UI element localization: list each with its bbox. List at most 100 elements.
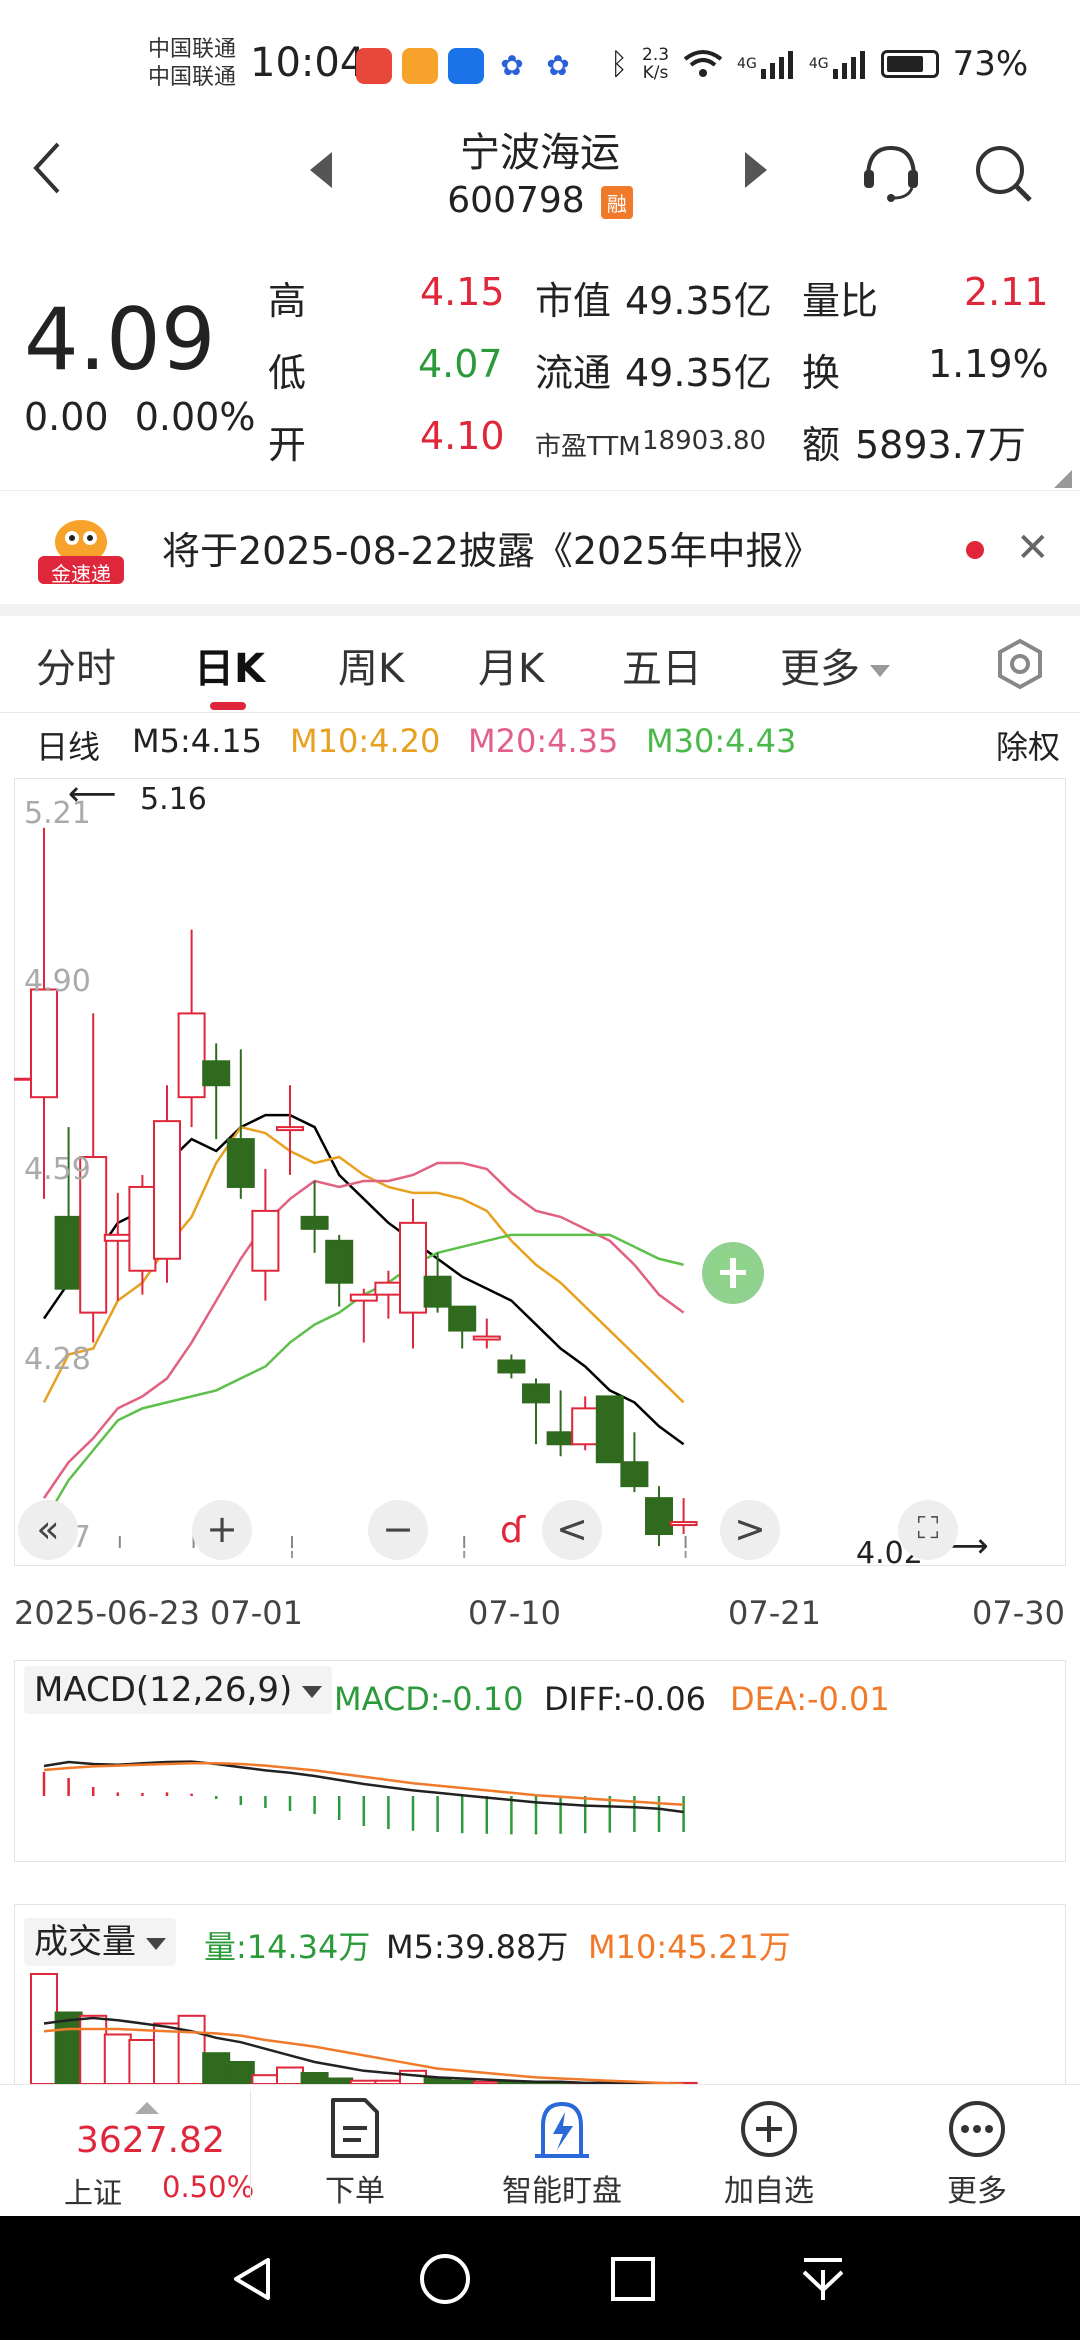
candle-body [128,1185,157,1272]
volume-bar [202,2052,231,2084]
quote-mktcap-label: 市值 [535,279,612,323]
add-circle-icon [741,2101,797,2157]
high-marker-arrow-icon: ⟵ [68,774,117,814]
index-value[interactable]: 3627.82 [76,2120,225,2161]
candle-body [349,1293,378,1302]
candle-body [620,1461,649,1488]
tab-more[interactable]: 更多 [780,636,890,694]
customer-service-icon[interactable] [858,140,924,206]
quote-amount-label: 额 [802,423,841,467]
kline-chart[interactable] [14,778,1066,1566]
system-icons: ᛒ 2.3 K/s 4G 4G 73% [610,44,1028,84]
quote-volratio-label: 量比 [802,279,879,323]
x-date-3: 07-21 [728,1594,821,1632]
bulb-app-icon [448,48,484,84]
carrier-label: 中国联通 中国联通 [148,37,237,90]
ma-line-m30 [42,1233,684,1523]
baidu-paw-icon-2: ✿ [540,48,576,84]
ma10-label: M10:4.20 [290,722,441,760]
candle-body [226,1138,255,1188]
nav-back-icon[interactable] [228,2254,278,2304]
macd-value: MACD:-0.10 [334,1680,524,1718]
candle-body [399,1221,427,1314]
clock: 10:04 [250,40,366,86]
candle-body [571,1407,600,1446]
tab-daily-k[interactable]: 日K [194,636,265,694]
nav-recents-icon[interactable] [608,2254,658,2304]
market-event-icon[interactable] [700,1240,766,1306]
scroll-right-button[interactable]: > [720,1500,780,1560]
network-type-1: 4G [737,56,757,72]
macd-indicator-label[interactable]: MACD(12,26,9) [24,1666,333,1714]
chevron-down-icon [302,1685,323,1698]
margin-badge: 融 [600,185,633,219]
zoom-out-button[interactable]: − [368,1500,428,1560]
candle-body [374,1281,403,1296]
current-price: 4.09 [24,290,216,390]
candle-body [153,1120,181,1260]
volume-indicator-label[interactable]: 成交量 [24,1918,176,1966]
quote-mktcap-value: 49.35亿 [625,279,772,323]
candle-body [423,1275,452,1308]
x-date-1: 07-01 [210,1594,303,1632]
quote-high-label: 高 [268,279,307,323]
quote-open-label: 开 [268,423,307,467]
tab-intraday[interactable]: 分时 [36,636,116,694]
candle-body [325,1239,354,1284]
zoom-in-button[interactable]: + [192,1500,252,1560]
adjust-button[interactable]: 除权 [996,722,1060,768]
volume-current: 量:14.34万 [204,1928,371,1966]
more-button[interactable]: 更多 [892,2096,1062,2210]
scroll-to-start-button[interactable]: « [18,1500,78,1560]
fullscreen-icon[interactable]: ⛶ [898,1500,958,1560]
logo-text: 金速递 [51,562,111,586]
nav-notification-pull-icon[interactable] [796,2252,850,2306]
toolbar-divider [250,2090,251,2200]
signal-icon [760,51,793,79]
close-icon[interactable]: ✕ [1016,525,1050,571]
quote-float-value: 49.35亿 [625,351,772,395]
x-date-4: 07-30 [972,1594,1065,1632]
expand-corner-icon[interactable] [1054,470,1072,488]
nav-home-icon[interactable] [418,2252,472,2306]
smart-watch-button[interactable]: 智能盯盘 [477,2096,647,2210]
tab-monthly-k[interactable]: 月K [478,636,544,694]
volume-bar [103,2033,132,2084]
baidu-paw-icon: ✿ [494,48,530,84]
macd-selector[interactable]: MACD(12,26,9) [24,1666,333,1714]
ma5-label: M5:4.15 [132,722,262,760]
search-icon[interactable] [970,140,1036,206]
network-speed: 2.3 K/s [642,45,670,83]
battery-percent: 73% [952,44,1029,84]
smart-watch-label: 智能盯盘 [502,2174,622,2209]
section-divider [0,604,1080,616]
quote-amount-value: 5893.7万 [855,423,1026,467]
chevron-down-icon [146,1937,166,1950]
more-label: 更多 [947,2174,1007,2209]
tab-more-label: 更多 [780,646,860,692]
macd-diff: DIFF:-0.06 [544,1680,706,1718]
volume-bar [300,2072,329,2084]
scroll-left-button[interactable]: < [542,1500,602,1560]
tab-five-day[interactable]: 五日 [622,636,702,694]
order-button[interactable]: 下单 [270,2096,440,2210]
wifi-icon [683,50,723,77]
quote-turnover-value: 1.19% [928,342,1049,386]
macd-chart [42,1760,685,1835]
candle-body [177,1012,206,1099]
drawing-tool-icon[interactable]: ɗ [500,1510,525,1551]
tab-weekly-k[interactable]: 周K [338,636,404,694]
banner-text[interactable]: 将于2025-08-22披露《2025年中报》 [162,520,822,575]
chart-settings-icon[interactable] [994,638,1046,690]
huawei-app-icon [356,48,392,84]
candle-body [669,1521,698,1527]
candle-body [472,1335,501,1341]
macd-dea: DEA:-0.01 [730,1680,890,1718]
ma-line-m5 [42,1113,685,1446]
volume-bar [30,1973,58,2084]
price-change: 0.00 [24,395,109,439]
add-watchlist-button[interactable]: 加自选 [684,2096,854,2210]
volume-selector[interactable]: 成交量 [24,1914,176,1966]
volume-chart [30,1973,698,2084]
status-bar: 中国联通 中国联通 10:04 ✿ ✿ ᛒ 2.3 K/s 4G 4G 73% [0,0,1080,130]
